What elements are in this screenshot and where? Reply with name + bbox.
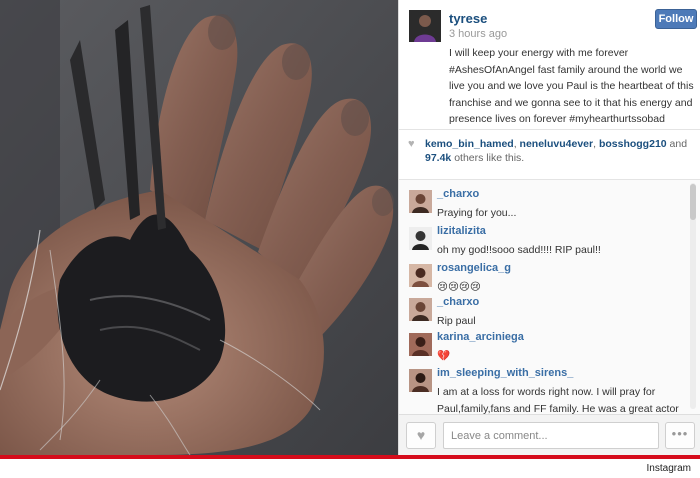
- post-timestamp: 3 hours ago: [449, 28, 508, 40]
- post-photo[interactable]: [0, 0, 398, 455]
- post-header: tyrese 3 hours ago Follow I will keep yo…: [399, 0, 700, 130]
- comment-text: I am at a loss for words right now. I wi…: [437, 386, 679, 414]
- comment-username[interactable]: rosangelica_g: [437, 262, 511, 274]
- liker-username[interactable]: neneluvu4ever: [520, 138, 594, 150]
- comment-username[interactable]: _charxo: [437, 188, 479, 200]
- photo-credit: Instagram: [646, 463, 691, 474]
- person-icon: [409, 227, 432, 250]
- likes-text: kemo_bin_hamed, neneluvu4ever, bosshogg2…: [425, 137, 693, 165]
- heart-icon: ♥: [408, 138, 415, 150]
- scrollbar-thumb[interactable]: [690, 184, 696, 220]
- post-caption: I will keep your energy with me forever …: [449, 47, 694, 125]
- comment-username[interactable]: karina_arciniega: [437, 331, 524, 343]
- comment-username[interactable]: im_sleeping_with_sirens_: [437, 367, 573, 379]
- commenter-avatar[interactable]: [409, 369, 432, 392]
- follow-button[interactable]: Follow: [655, 9, 697, 29]
- comments-list[interactable]: _charxo Praying for you... lizitalizita …: [399, 181, 700, 414]
- commenter-avatar[interactable]: [409, 227, 432, 250]
- comment-item: _charxo Rip paul: [399, 296, 689, 336]
- likes-count[interactable]: 97.4k: [425, 152, 451, 164]
- comment-text: Rip paul: [437, 315, 476, 327]
- comment-item: karina_arciniega 💔: [399, 331, 689, 371]
- person-icon: [409, 369, 432, 392]
- comment-username[interactable]: _charxo: [437, 296, 479, 308]
- comment-bar: ♥ •••: [399, 414, 700, 455]
- comment-item: lizitalizita oh my god!!sooo sadd!!!! RI…: [399, 225, 689, 265]
- comment-text: oh my god!!sooo sadd!!!! RIP paul!!: [437, 244, 601, 256]
- person-icon: [409, 333, 432, 356]
- likes-and: and: [666, 138, 688, 150]
- instagram-post-embed: tyrese 3 hours ago Follow I will keep yo…: [0, 0, 700, 455]
- photo-hand-with-ashes: [0, 0, 398, 455]
- person-icon: [409, 10, 441, 42]
- likes-rest: others like this.: [451, 152, 525, 164]
- liker-username[interactable]: bosshogg210: [599, 138, 667, 150]
- more-options-button[interactable]: •••: [665, 422, 695, 449]
- comment-input[interactable]: [443, 422, 659, 449]
- comment-text: 💔: [437, 350, 451, 362]
- commenter-avatar[interactable]: [409, 264, 432, 287]
- owner-avatar[interactable]: [409, 10, 441, 42]
- comment-item: _charxo Praying for you...: [399, 188, 689, 228]
- person-icon: [409, 190, 432, 213]
- likes-summary: ♥ kemo_bin_hamed, neneluvu4ever, bosshog…: [399, 130, 700, 180]
- owner-username[interactable]: tyrese: [449, 11, 487, 26]
- divider-rule: [0, 455, 700, 459]
- like-button[interactable]: ♥: [406, 422, 436, 449]
- comment-text: Praying for you...: [437, 207, 517, 219]
- commenter-avatar[interactable]: [409, 333, 432, 356]
- post-sidebar: tyrese 3 hours ago Follow I will keep yo…: [398, 0, 700, 455]
- comment-text: 😢😢😢😢: [437, 281, 481, 293]
- person-icon: [409, 264, 432, 287]
- heart-icon: ♥: [416, 427, 426, 443]
- liker-username[interactable]: kemo_bin_hamed: [425, 138, 514, 150]
- commenter-avatar[interactable]: [409, 190, 432, 213]
- commenter-avatar[interactable]: [409, 298, 432, 321]
- comment-username[interactable]: lizitalizita: [437, 225, 486, 237]
- comment-item: im_sleeping_with_sirens_ I am at a loss …: [399, 367, 689, 414]
- person-icon: [409, 298, 432, 321]
